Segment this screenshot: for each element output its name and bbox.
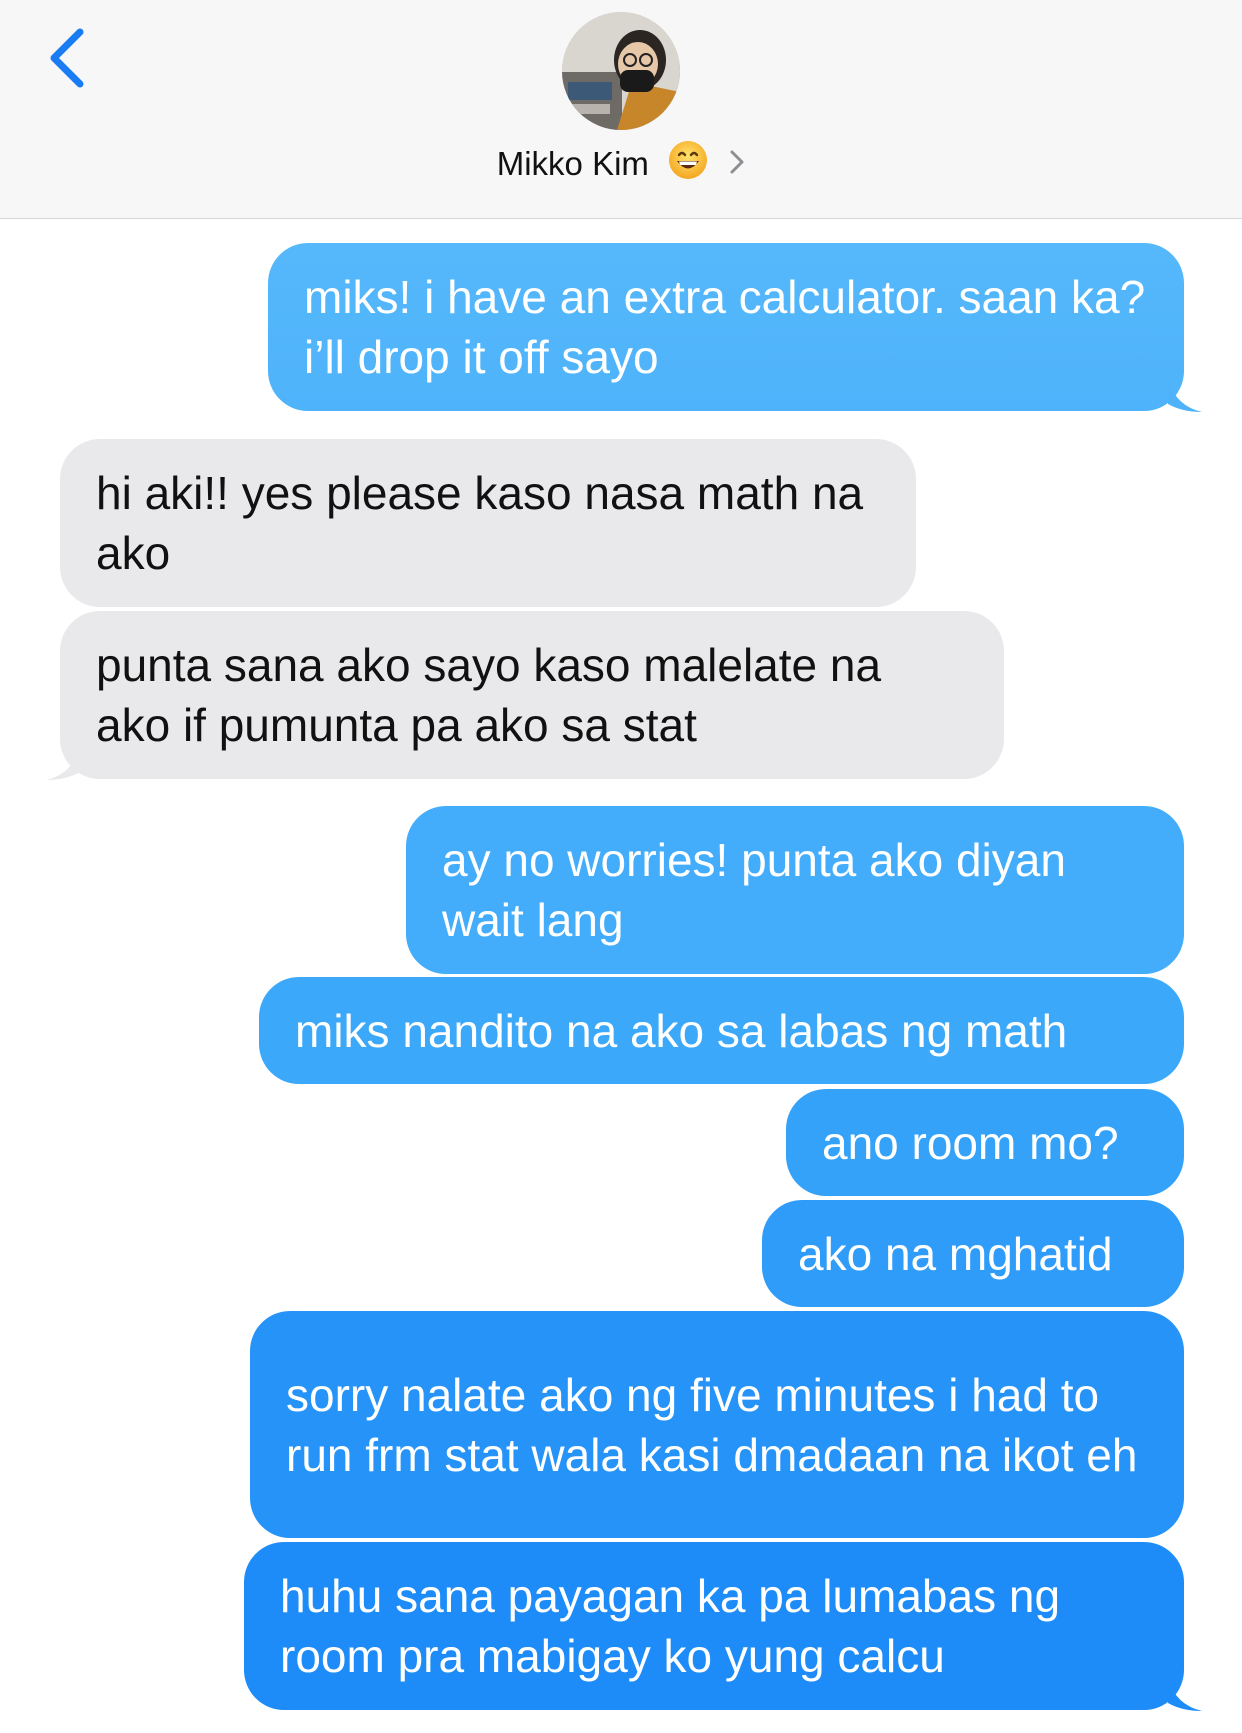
contact-name: Mikko Kim bbox=[496, 145, 649, 182]
contact-name-row[interactable]: Mikko Kim bbox=[0, 140, 1242, 188]
outgoing-message-bubble[interactable]: miks nandito na ako sa labas ng math bbox=[259, 977, 1184, 1084]
outgoing-bubble-tail bbox=[1168, 1679, 1202, 1711]
outgoing-message-bubble[interactable]: ano room mo? bbox=[786, 1089, 1184, 1196]
chevron-right-icon bbox=[729, 145, 745, 183]
contact-avatar[interactable] bbox=[562, 12, 680, 130]
message-text: miks! i have an extra calculator. saan k… bbox=[304, 271, 1146, 383]
outgoing-bubble-tail bbox=[1168, 380, 1202, 412]
outgoing-message-bubble[interactable]: huhu sana payagan ka pa lumabas ng room … bbox=[244, 1542, 1184, 1710]
message-text: sorry nalate ako ng five minutes i had t… bbox=[286, 1368, 1138, 1481]
message-text: huhu sana payagan ka pa lumabas ng room … bbox=[280, 1570, 1061, 1682]
grinning-face-emoji-icon bbox=[668, 140, 708, 188]
outgoing-message-bubble[interactable]: sorry nalate ako ng five minutes i had t… bbox=[250, 1311, 1184, 1538]
message-text: ano room mo? bbox=[822, 1116, 1119, 1169]
incoming-message-bubble[interactable]: punta sana ako sayo kaso malelate na ako… bbox=[60, 611, 1004, 779]
outgoing-message-bubble[interactable]: miks! i have an extra calculator. saan k… bbox=[268, 243, 1184, 411]
message-text: ay no worries! punta ako diyan wait lang bbox=[442, 834, 1066, 946]
back-chevron-icon[interactable] bbox=[44, 26, 94, 96]
outgoing-message-bubble[interactable]: ako na mghatid bbox=[762, 1200, 1184, 1307]
incoming-message-bubble[interactable]: hi aki!! yes please kaso nasa math na ak… bbox=[60, 439, 916, 607]
message-text: miks nandito na ako sa labas ng math bbox=[295, 1004, 1068, 1057]
message-text: ako na mghatid bbox=[798, 1227, 1113, 1280]
incoming-bubble-tail bbox=[46, 748, 80, 780]
outgoing-message-bubble[interactable]: ay no worries! punta ako diyan wait lang bbox=[406, 806, 1184, 974]
message-text: punta sana ako sayo kaso malelate na ako… bbox=[96, 639, 882, 751]
message-text: hi aki!! yes please kaso nasa math na ak… bbox=[96, 467, 864, 579]
conversation-header: Mikko Kim bbox=[0, 0, 1242, 219]
